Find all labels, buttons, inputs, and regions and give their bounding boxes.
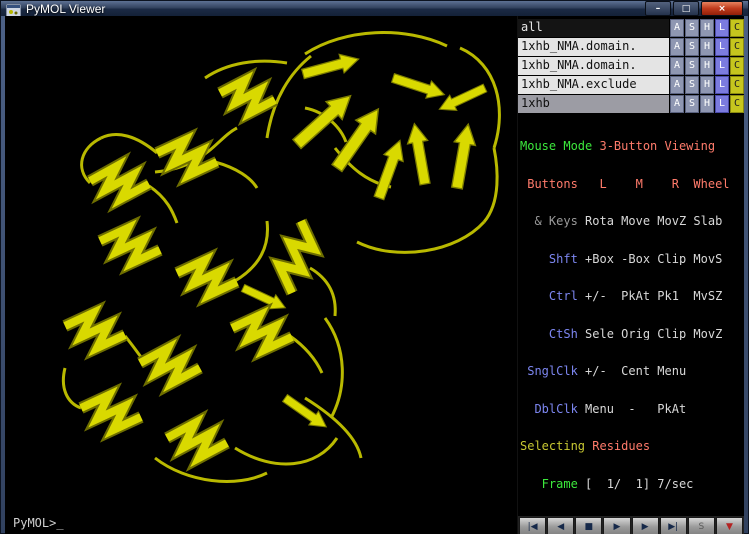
object-row: 1xhb_NMA.domain. A S H L C: [518, 57, 744, 75]
color-button[interactable]: C: [730, 38, 744, 56]
action-button[interactable]: A: [670, 38, 684, 56]
buttons-columns: L M R Wheel: [578, 178, 730, 191]
show-button[interactable]: S: [685, 19, 699, 37]
command-prompt[interactable]: PyMOL>_: [13, 516, 64, 530]
object-row-selected: 1xhb A S H L C: [518, 95, 744, 113]
buttons-label: Buttons: [520, 178, 578, 191]
row-label: CtSh: [520, 328, 578, 341]
frame-line: Frame [ 1/ 1] 7/sec: [520, 478, 742, 491]
color-button[interactable]: C: [730, 57, 744, 75]
row-value: Rota Move MovZ Slab: [578, 215, 723, 228]
selecting-label: Selecting: [520, 440, 592, 453]
sidebar: all A S H L C 1xhb_NMA.domain. A S H L C…: [517, 16, 744, 534]
close-button[interactable]: ×: [701, 1, 743, 16]
color-button[interactable]: C: [730, 76, 744, 94]
object-panel: all A S H L C 1xhb_NMA.domain. A S H L C…: [518, 19, 744, 114]
hide-button[interactable]: H: [700, 19, 714, 37]
hide-button[interactable]: H: [700, 38, 714, 56]
action-button[interactable]: A: [670, 95, 684, 113]
mouse-row-dblclk: DblClk Menu - PkAt: [520, 403, 742, 416]
mouse-row-ctsh: CtSh Sele Orig Clip MovZ: [520, 328, 742, 341]
object-row: 1xhb_NMA.exclude A S H L C: [518, 76, 744, 94]
show-button[interactable]: S: [685, 57, 699, 75]
scene-button[interactable]: S: [688, 517, 715, 534]
row-label: DblClk: [520, 403, 578, 416]
step-back-button[interactable]: ◀: [547, 517, 574, 534]
color-button[interactable]: C: [730, 19, 744, 37]
viewport[interactable]: PyMOL>_: [5, 16, 517, 534]
stop-button[interactable]: ■: [575, 517, 602, 534]
mouse-row-snglclk: SnglClk +/- Cent Menu: [520, 365, 742, 378]
titlebar[interactable]: PyMOL Viewer – □ ×: [1, 1, 748, 16]
step-forward-button[interactable]: ▶: [632, 517, 659, 534]
object-row: 1xhb_NMA.domain. A S H L C: [518, 38, 744, 56]
rewind-button[interactable]: |◀: [519, 517, 546, 534]
selecting-line[interactable]: Selecting Residues: [520, 440, 742, 453]
play-button[interactable]: ▶: [603, 517, 630, 534]
playback-controls: |◀ ◀ ■ ▶ ▶ ▶| S ▼: [518, 516, 744, 534]
mouse-row-keys: & Keys Rota Move MovZ Slab: [520, 215, 742, 228]
row-value: Sele Orig Clip MovZ: [578, 328, 723, 341]
label-button[interactable]: L: [715, 95, 729, 113]
show-button[interactable]: S: [685, 38, 699, 56]
row-value: +/- Cent Menu: [578, 365, 686, 378]
hide-button[interactable]: H: [700, 95, 714, 113]
object-name[interactable]: 1xhb_NMA.domain.: [518, 38, 669, 56]
protein-cartoon: [5, 16, 517, 521]
row-label: Ctrl: [520, 290, 578, 303]
label-button[interactable]: L: [715, 76, 729, 94]
action-button[interactable]: A: [670, 57, 684, 75]
mouse-row-ctrl: Ctrl +/- PkAt Pk1 MvSZ: [520, 290, 742, 303]
action-button[interactable]: A: [670, 19, 684, 37]
row-value: +/- PkAt Pk1 MvSZ: [578, 290, 723, 303]
label-button[interactable]: L: [715, 57, 729, 75]
mouse-mode-line: Mouse Mode 3-Button Viewing: [520, 140, 742, 153]
show-button[interactable]: S: [685, 76, 699, 94]
minimize-button[interactable]: –: [645, 1, 671, 16]
selecting-mode: Residues: [592, 440, 650, 453]
mouse-buttons-header: Buttons L M R Wheel: [520, 178, 742, 191]
beta-sheets: [240, 50, 489, 434]
label-button[interactable]: L: [715, 38, 729, 56]
frame-label: Frame: [520, 478, 585, 491]
maximize-button[interactable]: □: [673, 1, 699, 16]
window-title: PyMOL Viewer: [26, 2, 640, 16]
mouse-panel: Mouse Mode 3-Button Viewing Buttons L M …: [518, 114, 744, 516]
color-button[interactable]: C: [730, 95, 744, 113]
hide-button[interactable]: H: [700, 57, 714, 75]
show-button[interactable]: S: [685, 95, 699, 113]
mouse-row-shift: Shft +Box -Box Clip MovS: [520, 253, 742, 266]
row-value: Menu - PkAt: [578, 403, 686, 416]
object-name[interactable]: 1xhb_NMA.domain.: [518, 57, 669, 75]
app-icon: [6, 2, 21, 15]
hide-button[interactable]: H: [700, 76, 714, 94]
window-controls: – □ ×: [645, 1, 743, 16]
row-label: Shft: [520, 253, 578, 266]
fullscreen-button[interactable]: ▼: [716, 517, 743, 534]
row-label: SnglClk: [520, 365, 578, 378]
object-name[interactable]: 1xhb_NMA.exclude: [518, 76, 669, 94]
label-button[interactable]: L: [715, 19, 729, 37]
object-row-all: all A S H L C: [518, 19, 744, 37]
row-label: & Keys: [520, 215, 578, 228]
action-button[interactable]: A: [670, 76, 684, 94]
frame-value: [ 1/ 1] 7/sec: [585, 478, 693, 491]
pymol-window: PyMOL Viewer – □ ×: [0, 0, 749, 534]
end-button[interactable]: ▶|: [660, 517, 687, 534]
window-content: PyMOL>_ all A S H L C 1xhb_NMA.domain. A…: [5, 16, 744, 534]
mouse-mode-label: Mouse Mode: [520, 140, 592, 153]
mouse-mode-value: 3-Button Viewing: [592, 140, 715, 153]
object-name[interactable]: all: [518, 19, 669, 37]
object-name[interactable]: 1xhb: [518, 95, 669, 113]
row-value: +Box -Box Clip MovS: [578, 253, 723, 266]
